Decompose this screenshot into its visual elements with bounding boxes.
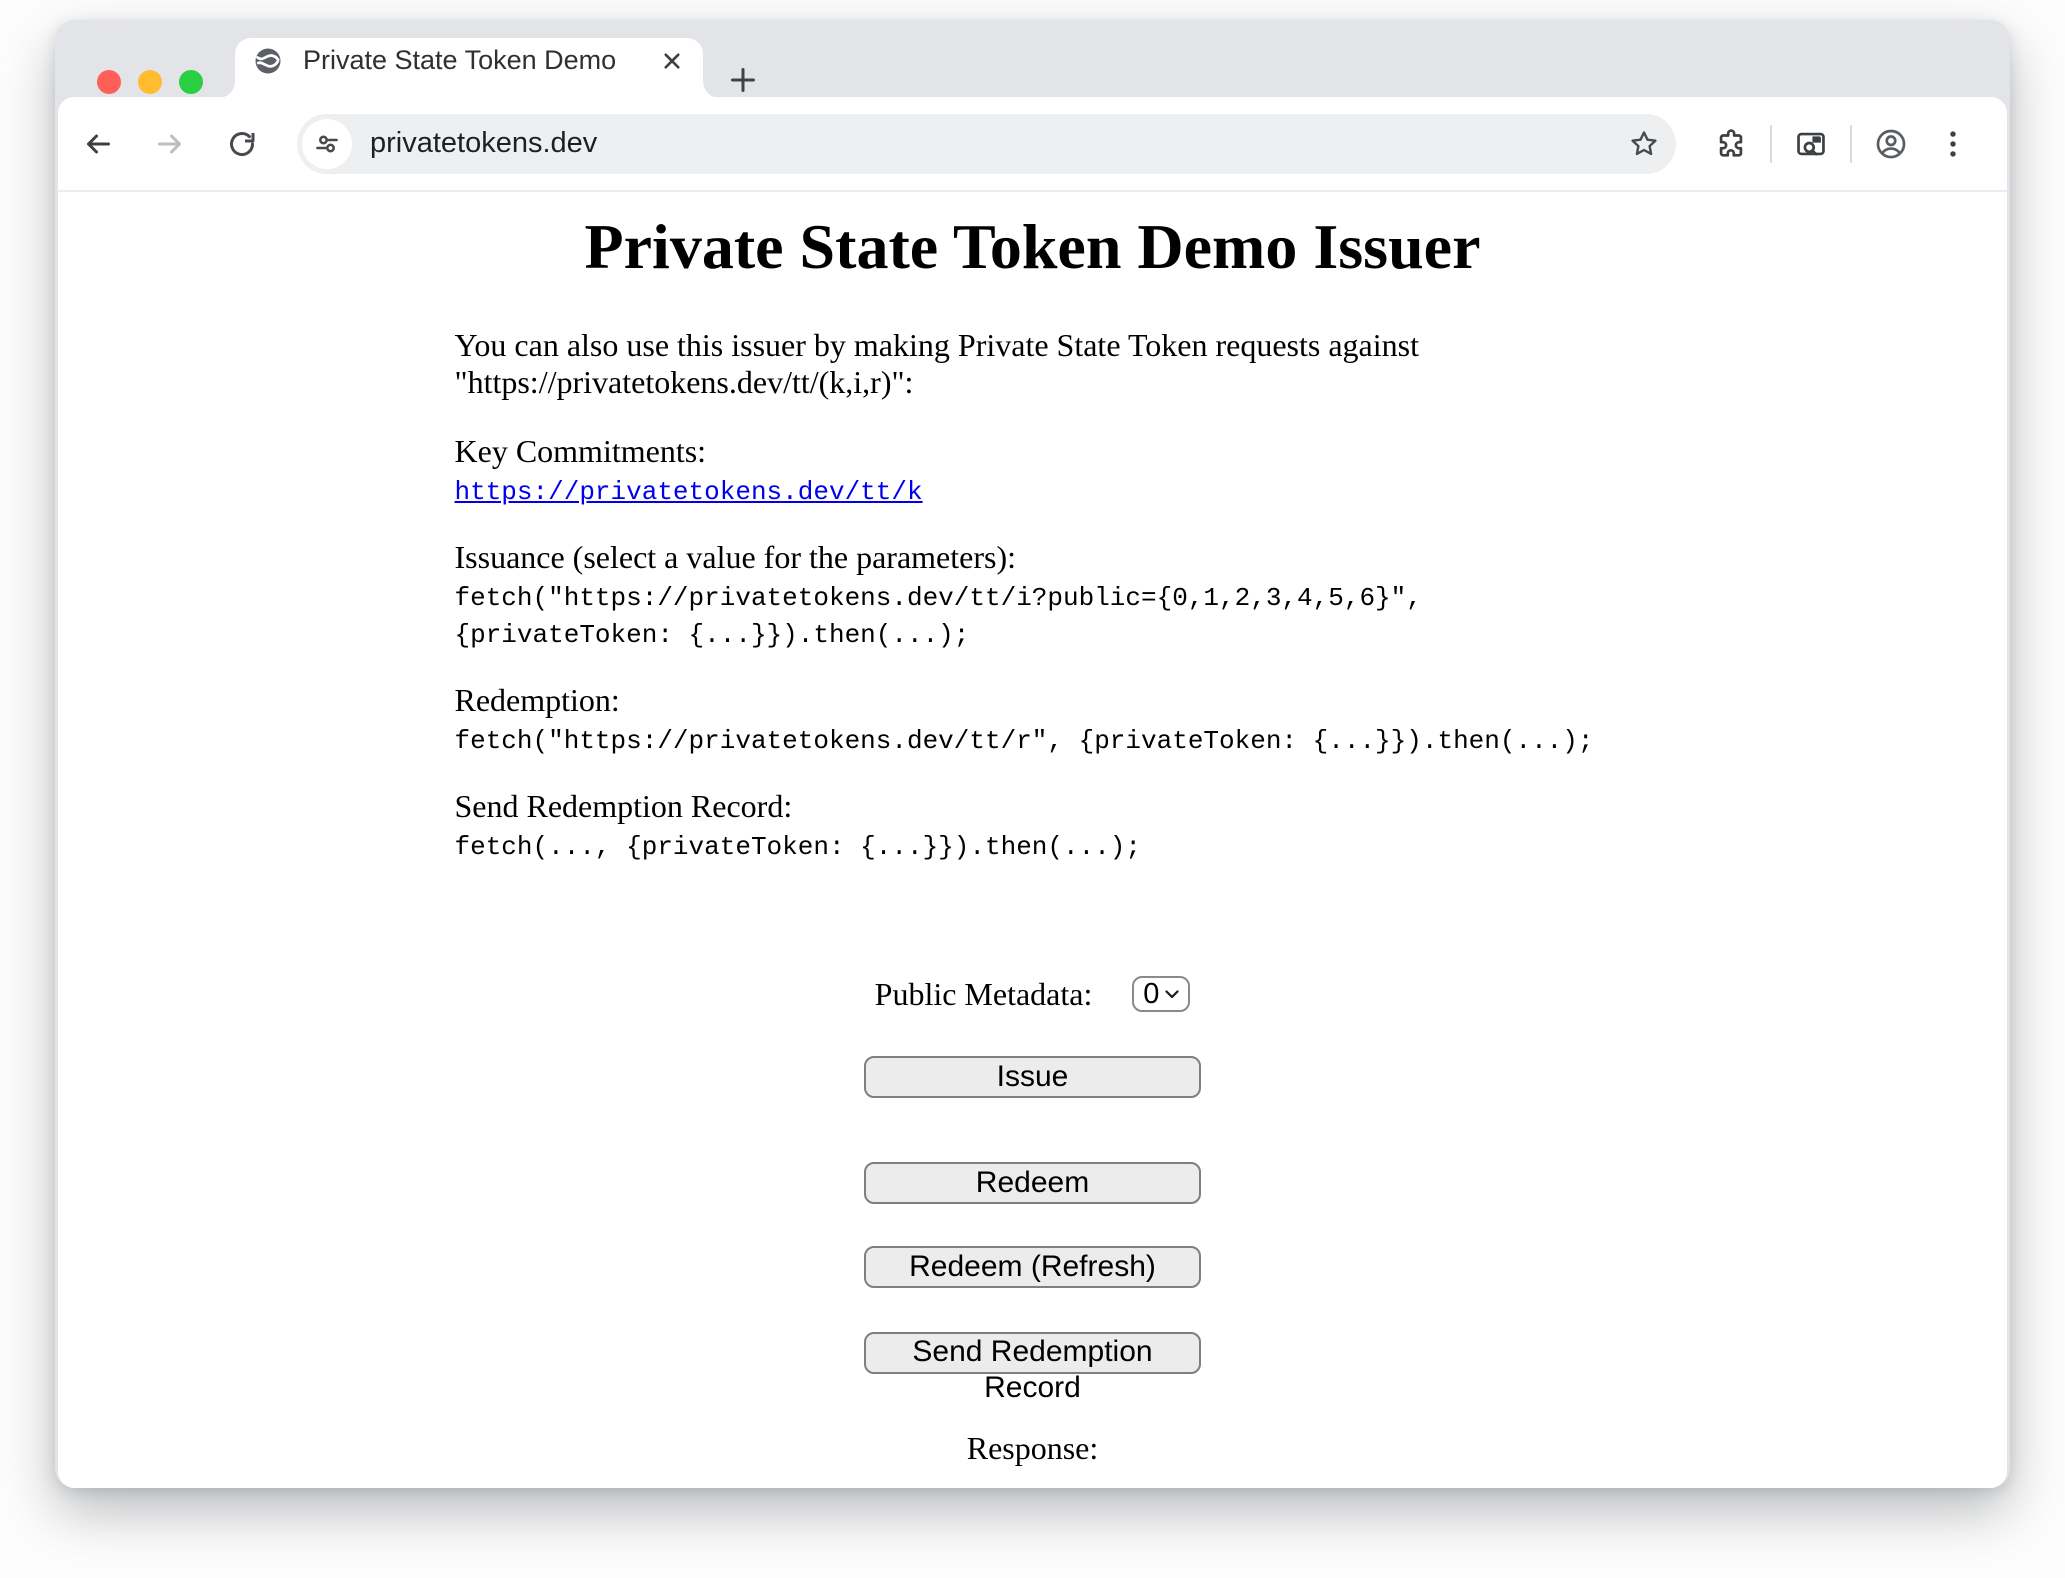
globe-favicon-icon (253, 46, 283, 76)
back-arrow-icon[interactable] (81, 127, 115, 161)
key-commitments-section: Key Commitments: https://privatetokens.d… (455, 433, 1611, 507)
browser-toolbar: privatetokens.dev (58, 97, 2007, 192)
toolbar-separator (1850, 125, 1852, 163)
key-commitments-label: Key Commitments: (455, 433, 707, 469)
address-bar[interactable]: privatetokens.dev (297, 114, 1676, 174)
issue-button[interactable]: Issue (864, 1056, 1201, 1098)
toolbar-right-group (1700, 125, 1984, 163)
page-content: Private State Token Demo Issuer You can … (58, 192, 2007, 1488)
send-redemption-record-section: Send Redemption Record: fetch(..., {priv… (455, 788, 1611, 862)
plus-icon (726, 63, 760, 97)
issuance-label: Issuance (select a value for the paramet… (455, 539, 1016, 575)
send-redemption-record-label: Send Redemption Record: (455, 788, 793, 824)
three-dot-menu-icon[interactable] (1936, 127, 1970, 161)
token-demo-form: Public Metadata: 0 Issue Redeem Redeem (… (455, 976, 1611, 1467)
public-metadata-label: Public Metadata: (875, 976, 1093, 1013)
minimize-window-button[interactable] (138, 70, 162, 94)
public-metadata-value: 0 (1143, 978, 1159, 1011)
send-redemption-record-button[interactable]: Send Redemption Record (864, 1332, 1201, 1374)
public-metadata-row: Public Metadata: 0 (455, 976, 1611, 1012)
forward-arrow-icon[interactable] (153, 127, 187, 161)
tab-close-icon[interactable] (659, 48, 685, 74)
maximize-window-button[interactable] (179, 70, 203, 94)
site-settings-button[interactable] (302, 119, 352, 169)
chevron-down-icon (1165, 990, 1179, 999)
issuance-code: fetch("https://privatetokens.dev/tt/i?pu… (455, 583, 1422, 650)
redemption-section: Redemption: fetch("https://privatetokens… (455, 682, 1611, 756)
tune-icon (313, 130, 341, 158)
new-tab-button[interactable] (723, 60, 763, 100)
page-title: Private State Token Demo Issuer (58, 210, 2007, 284)
public-metadata-select[interactable]: 0 (1132, 976, 1190, 1012)
send-redemption-record-code: fetch(..., {privateToken: {...}}).then(.… (455, 832, 1142, 862)
extensions-puzzle-icon[interactable] (1714, 127, 1748, 161)
reload-icon[interactable] (225, 127, 259, 161)
side-panel-search-icon[interactable] (1794, 127, 1828, 161)
redemption-label: Redemption: (455, 682, 620, 718)
issuance-section: Issuance (select a value for the paramet… (455, 539, 1611, 650)
browser-tab[interactable]: Private State Token Demo (235, 38, 703, 98)
traffic-lights (97, 70, 203, 94)
profile-icon[interactable] (1874, 127, 1908, 161)
bookmark-star-icon[interactable] (1627, 127, 1661, 161)
key-commitments-link[interactable]: https://privatetokens.dev/tt/k (455, 477, 923, 507)
tab-title: Private State Token Demo (303, 45, 659, 76)
intro-paragraph: You can also use this issuer by making P… (455, 327, 1611, 401)
toolbar-separator (1770, 125, 1772, 163)
redemption-code: fetch("https://privatetokens.dev/tt/r", … (455, 726, 1594, 756)
redeem-refresh-button[interactable]: Redeem (Refresh) (864, 1246, 1201, 1288)
redeem-button[interactable]: Redeem (864, 1162, 1201, 1204)
close-window-button[interactable] (97, 70, 121, 94)
url-text[interactable]: privatetokens.dev (370, 127, 597, 160)
response-label: Response: (455, 1430, 1611, 1467)
browser-panel: privatetokens.dev (58, 97, 2007, 1488)
browser-window: Private State Token Demo (55, 20, 2010, 1488)
